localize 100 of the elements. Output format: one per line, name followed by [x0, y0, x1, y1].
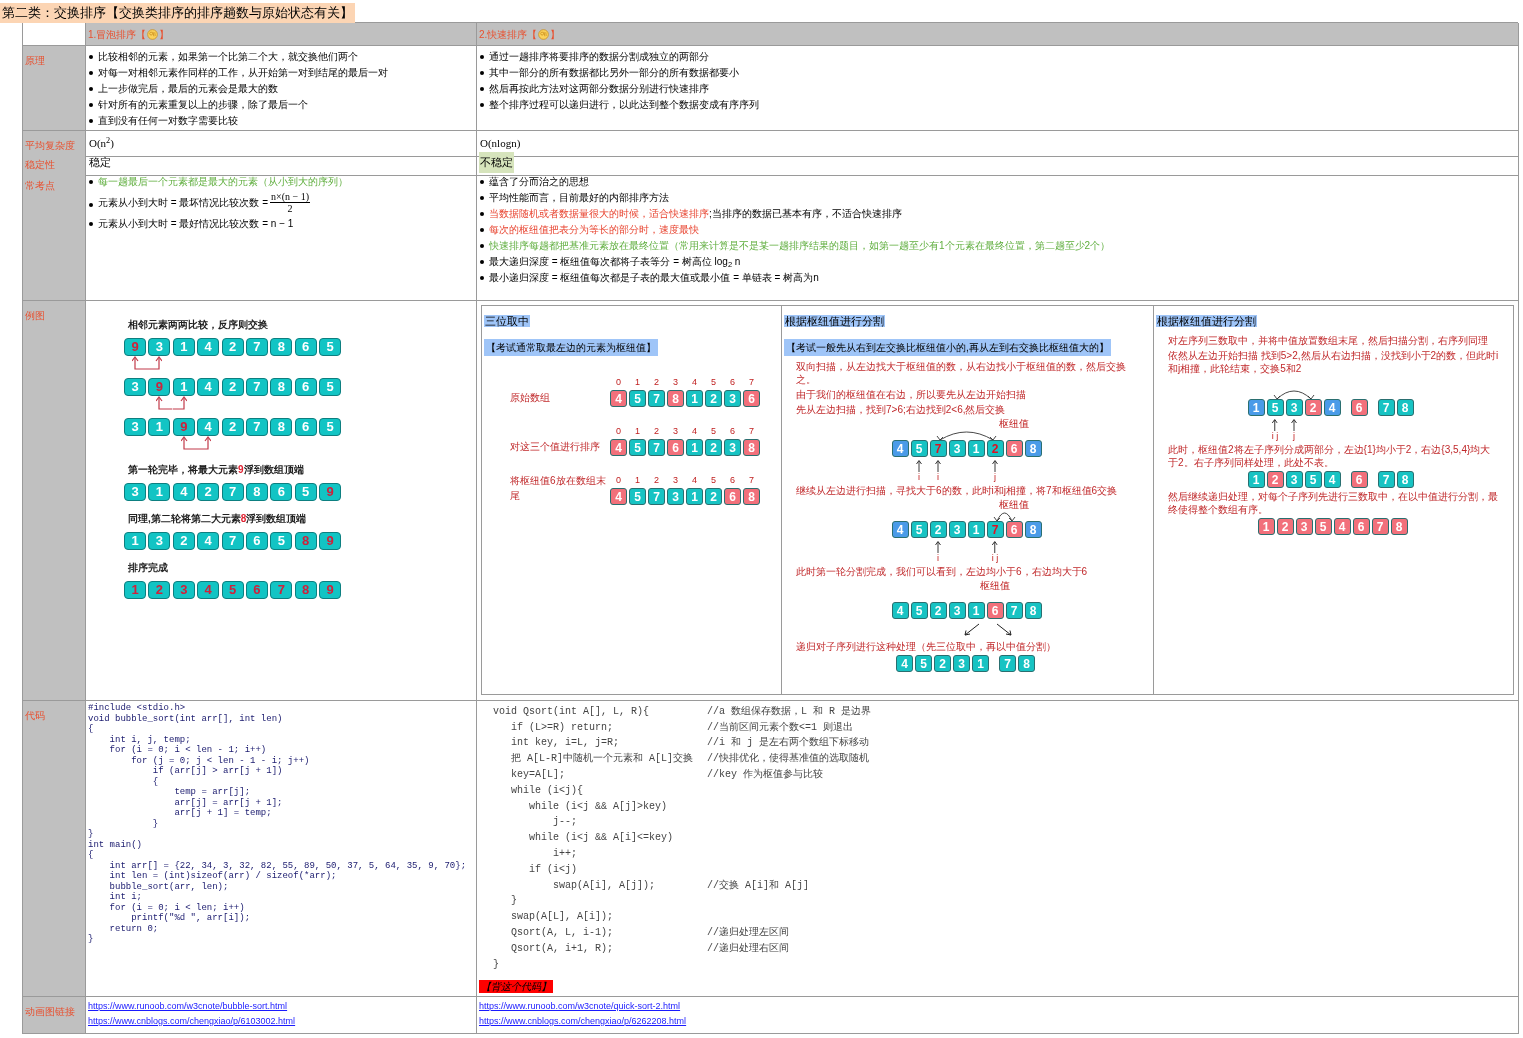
code-line: } — [510, 894, 518, 909]
array-cell: 1 — [1257, 518, 1275, 535]
principle-item: 整个排序过程可以递归进行，以此达到整个数据变成有序序列 — [489, 98, 759, 112]
index-label: 2 — [654, 474, 659, 486]
link[interactable]: https://www.runoob.com/w3cnote/bubble-sort.html — [88, 1000, 288, 1012]
fraction-denominator: 2 — [287, 203, 293, 214]
column-heading: 2.快速排序【 — [479, 27, 538, 42]
index-label: 5 — [711, 425, 716, 437]
array-cell: 6 — [245, 532, 268, 550]
up-arrow-icon — [992, 460, 998, 472]
up-arrow-icon — [935, 541, 941, 553]
index-label: 3 — [673, 376, 678, 388]
array-cell: 8 — [294, 581, 317, 599]
array-cell: 4 — [896, 655, 913, 672]
array-cell: 1 — [172, 378, 195, 396]
principle-item: 比较相邻的元素，如果第一个比第二个大，就交换他们两个 — [98, 50, 358, 64]
code-line: } — [88, 829, 95, 840]
code-line: if (i<j) — [528, 862, 578, 877]
array-cell: 3 — [724, 439, 741, 456]
link[interactable]: https://www.runoob.com/w3cnote/quick-sort-2.html — [479, 1000, 681, 1012]
panel-note: 双向扫描，从左边找大于枢纽值的数，从右边找小于枢纽值的数，然后交换之。 — [795, 360, 1127, 386]
code-line: j--; — [552, 815, 578, 830]
code-comment: //a 数组保存数据，L 和 R 是边界 — [707, 704, 871, 719]
row-label: 常考点 — [25, 180, 55, 191]
array-cell: 2 — [197, 483, 220, 501]
index-label: 1 — [635, 376, 640, 388]
array-cell: 8 — [294, 532, 317, 550]
code-line: int key, i=L, j=R; — [510, 736, 621, 751]
array-cell: 8 — [1024, 440, 1042, 457]
complexity-value: O(nlogn) — [480, 136, 521, 152]
array-cell: 5 — [319, 378, 342, 396]
code-line: int i, j, temp; — [108, 734, 192, 745]
array-label: 原始数组 — [509, 391, 551, 405]
swap-arc-arrow — [1273, 390, 1315, 399]
array-cell: 1 — [1247, 399, 1265, 416]
row-label: 例图 — [25, 310, 45, 321]
array-cell: 7 — [221, 483, 244, 501]
index-label: 7 — [749, 474, 754, 486]
link[interactable]: https://www.cnblogs.com/chengxiao/p/6103002.html — [88, 1015, 296, 1027]
key-point: 当数据随机或者数据量很大的时候，适合快速排序;当排序的数据已基本有序，不适合快速排序 — [489, 207, 902, 220]
link[interactable]: https://www.cnblogs.com/chengxiao/p/6262208.html — [479, 1015, 687, 1027]
array-cell: 5 — [294, 483, 317, 501]
array-cell: 6 — [1350, 471, 1368, 488]
code-line: int i; — [108, 892, 143, 903]
array-cell: 5 — [629, 390, 646, 407]
index-label: 5 — [711, 474, 716, 486]
array-cell: 4 — [172, 483, 195, 501]
array-cell: 1 — [148, 418, 171, 436]
code-line: void Qsort(int A[], L, R){ — [493, 704, 651, 719]
array-cell: 4 — [197, 338, 220, 356]
code-line: printf("%d ", arr[i]); — [130, 913, 252, 924]
code-line: key=A[L]; — [510, 768, 566, 783]
array-cell: 4 — [891, 521, 909, 538]
array-cell: 3 — [948, 440, 966, 457]
principle-item: 然后再按此方法对这两部分数据分别进行快速排序 — [489, 82, 709, 96]
array-cell: 1 — [967, 521, 985, 538]
array-cell: 5 — [270, 532, 293, 550]
pointer-label: i j — [1271, 431, 1279, 442]
code-line: while (i<j && A[i]<=key) — [528, 831, 675, 846]
principle-item: 对每一对相邻元素作同样的工作，从开始第一对到结尾的最后一对 — [98, 66, 388, 80]
array-cell: 7 — [245, 378, 268, 396]
index-label: 0 — [616, 376, 621, 388]
index-label: 3 — [673, 425, 678, 437]
array-cell: 5 — [319, 338, 342, 356]
array-cell: 7 — [245, 418, 268, 436]
code-comment: //递归处理左区间 — [707, 926, 789, 941]
index-label: 1 — [635, 425, 640, 437]
key-point: 最大递归深度 = 枢纽值每次都将子表等分 = 树高位 log$_{2}$ n — [489, 255, 741, 268]
array-cell: 2 — [1276, 518, 1294, 535]
array-cell: 5 — [319, 418, 342, 436]
array-cell: 8 — [1390, 518, 1408, 535]
key-point: 平均性能而言，目前最好的内部排序方法 — [489, 191, 669, 204]
figure-caption: 排序完成 — [127, 561, 169, 575]
array-cell: 6 — [1005, 440, 1023, 457]
array-cell: 7 — [245, 338, 268, 356]
array-cell: 7 — [270, 581, 293, 599]
array-cell: 3 — [948, 602, 966, 619]
array-cell: 8 — [667, 390, 684, 407]
code-comment: //递归处理右区间 — [707, 941, 789, 956]
code-line: temp = arr[j]; — [173, 787, 252, 798]
panel-subtitle: 【考试通常取最左边的元素为枢纽值】 — [484, 339, 658, 356]
array-cell: 1 — [967, 440, 985, 457]
principle-item: 直到没有任何一对数字需要比较 — [98, 114, 238, 128]
code-line: for (j = 0; j < len - 1 - i; j++) — [130, 755, 311, 766]
array-cell: 8 — [245, 483, 268, 501]
array-cell: 3 — [124, 483, 146, 501]
panel-note: 递归对子序列进行这种处理（先三位取中，再以中值分割） — [795, 640, 1057, 653]
array-cell: 4 — [610, 439, 627, 456]
pointer-label: i — [937, 553, 939, 564]
figure-caption: 同理,第二轮将第二大元素8浮到数组顶端 — [127, 512, 308, 526]
array-cell: 5 — [910, 440, 928, 457]
array-cell: 1 — [972, 655, 989, 672]
array-cell: 3 — [124, 418, 146, 436]
code-line: while (i<j){ — [510, 783, 584, 798]
panel-title: 根据枢纽值进行分割 — [784, 315, 885, 327]
code-line: Qsort(A, i+1, R); — [510, 941, 615, 956]
array-cell: 2 — [705, 488, 722, 505]
index-label: 4 — [692, 425, 697, 437]
code-line: } — [88, 934, 95, 945]
array-cell: 7 — [999, 655, 1016, 672]
